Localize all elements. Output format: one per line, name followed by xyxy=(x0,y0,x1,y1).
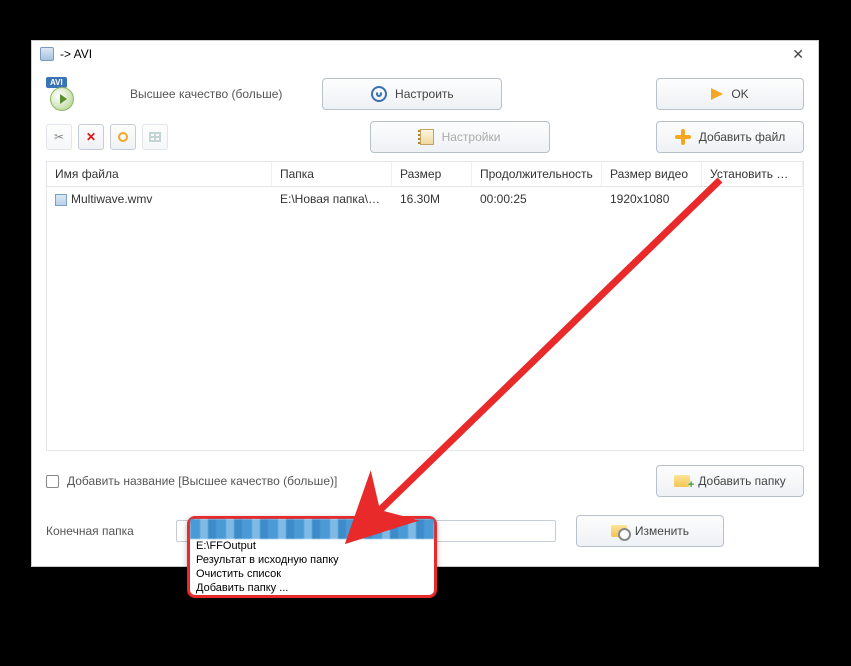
window-title: -> AVI xyxy=(60,47,92,61)
file-icon xyxy=(55,194,67,206)
col-folder[interactable]: Папка xyxy=(272,162,392,186)
popup-item-0[interactable]: E:\FFOutput xyxy=(190,539,434,553)
file-table: Имя файла Папка Размер Продолжительность… xyxy=(46,161,804,451)
add-file-button[interactable]: Добавить файл xyxy=(656,121,804,153)
toolbar-row: ✂ ✕ Настройки Добавить файл xyxy=(46,121,804,153)
cell-duration: 00:00:25 xyxy=(472,190,602,208)
app-icon xyxy=(40,47,54,61)
col-duration[interactable]: Продолжительность xyxy=(472,162,602,186)
add-folder-button-label: Добавить папку xyxy=(698,474,785,488)
folder-gear-icon xyxy=(611,525,627,537)
settings-button-label: Настройки xyxy=(442,130,501,144)
change-button[interactable]: Изменить xyxy=(576,515,724,547)
change-button-label: Изменить xyxy=(635,524,689,538)
cell-folder: E:\Новая папка\FI... xyxy=(272,190,392,208)
cell-filename: Multiwave.wmv xyxy=(71,192,152,206)
configure-button[interactable]: Настроить xyxy=(322,78,502,110)
plus-icon xyxy=(675,129,691,145)
cell-size: 16.30M xyxy=(392,190,472,208)
popup-selected-blur[interactable] xyxy=(190,519,434,539)
gear-icon xyxy=(371,86,387,102)
content-area: AVI Высшее качество (больше) Настроить O… xyxy=(32,67,818,557)
clip-tool[interactable]: ✂ xyxy=(46,124,72,150)
ok-button-label: OK xyxy=(731,87,748,101)
destination-label: Конечная папка xyxy=(46,524,166,538)
add-title-row: Добавить название [Высшее качество (боль… xyxy=(46,465,804,497)
settings-button[interactable]: Настройки xyxy=(370,121,550,153)
table-header: Имя файла Папка Размер Продолжительность… xyxy=(47,162,803,187)
format-avi-icon: AVI xyxy=(46,77,80,111)
popup-item-1[interactable]: Результат в исходную папку xyxy=(190,553,434,567)
converter-window: -> AVI ✕ AVI Высшее качество (больше) На… xyxy=(31,40,819,567)
popup-item-3[interactable]: Добавить папку ... xyxy=(190,581,434,595)
preview-tool[interactable] xyxy=(110,124,136,150)
add-file-button-label: Добавить файл xyxy=(699,130,786,144)
popup-item-2[interactable]: Очистить список xyxy=(190,567,434,581)
ok-button[interactable]: OK xyxy=(656,78,804,110)
cell-videosize: 1920x1080 xyxy=(602,190,702,208)
arrow-right-icon xyxy=(711,88,723,100)
top-row: AVI Высшее качество (больше) Настроить O… xyxy=(46,77,804,111)
col-size[interactable]: Размер xyxy=(392,162,472,186)
grid-tool[interactable] xyxy=(142,124,168,150)
add-title-label: Добавить название [Высшее качество (боль… xyxy=(67,474,337,488)
col-filename[interactable]: Имя файла xyxy=(47,162,272,186)
configure-button-label: Настроить xyxy=(395,87,454,101)
film-icon xyxy=(420,129,434,145)
col-videosize[interactable]: Размер видео xyxy=(602,162,702,186)
table-row[interactable]: Multiwave.wmv E:\Новая папка\FI... 16.30… xyxy=(47,187,803,211)
close-button[interactable]: ✕ xyxy=(786,46,810,63)
remove-tool[interactable]: ✕ xyxy=(78,124,104,150)
quality-label: Высшее качество (больше) xyxy=(130,87,282,101)
destination-popup: E:\FFOutput Результат в исходную папку О… xyxy=(187,516,437,598)
cell-range xyxy=(702,190,803,208)
col-range[interactable]: Установить диапаз... xyxy=(702,162,803,186)
folder-plus-icon xyxy=(674,475,690,487)
titlebar: -> AVI ✕ xyxy=(32,41,818,67)
add-title-checkbox[interactable] xyxy=(46,475,59,488)
add-folder-button[interactable]: Добавить папку xyxy=(656,465,804,497)
